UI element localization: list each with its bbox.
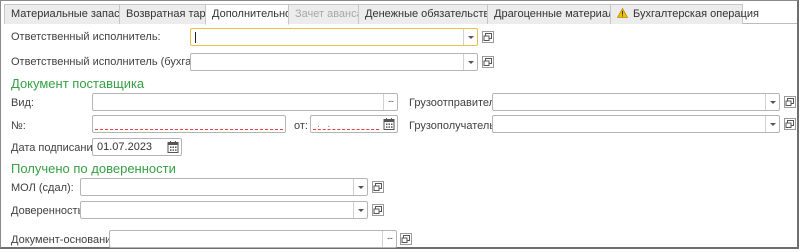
power-of-attorney-label: Доверенность: bbox=[11, 205, 87, 217]
mol-label: МОЛ (сдал): bbox=[11, 182, 74, 194]
open-form-icon[interactable] bbox=[783, 117, 797, 131]
open-form-icon[interactable] bbox=[371, 180, 385, 194]
mol-field[interactable] bbox=[80, 178, 368, 196]
shipper-label: Грузоотправитель: bbox=[409, 97, 504, 109]
sign-date-field[interactable]: 01.07.2023 bbox=[92, 138, 182, 156]
doc-type-label: Вид: bbox=[11, 97, 34, 109]
required-underline bbox=[313, 129, 379, 130]
open-form-icon[interactable] bbox=[783, 95, 797, 109]
tab-label: Дополнительно bbox=[212, 8, 292, 20]
tab-accounting-operation[interactable]: Бухгалтерская операция bbox=[610, 4, 759, 24]
tab-additional[interactable]: Дополнительно bbox=[205, 4, 292, 25]
tab-label: Бухгалтерская операция bbox=[633, 8, 759, 20]
tab-label: Зачет аванса bbox=[295, 8, 363, 20]
open-form-icon[interactable] bbox=[399, 232, 413, 246]
chevron-down-icon[interactable] bbox=[353, 202, 367, 218]
power-of-attorney-field[interactable] bbox=[80, 201, 368, 219]
tab-label: Денежные обязательства bbox=[365, 8, 496, 20]
tab-returnable-container[interactable]: Возвратная тара bbox=[119, 4, 212, 24]
consignee-label: Грузополучатель: bbox=[409, 120, 499, 132]
proxy-heading: Получено по доверенности bbox=[11, 161, 176, 176]
consignee-field[interactable] bbox=[492, 115, 780, 133]
open-form-icon[interactable] bbox=[481, 30, 495, 44]
doc-date-field[interactable]: . . bbox=[310, 115, 398, 133]
tab-material-stocks[interactable]: Материальные запасы bbox=[4, 4, 128, 24]
responsible-label: Ответственный исполнитель: bbox=[11, 31, 161, 43]
tab-bar: Материальные запасы Возвратная тара Допо… bbox=[4, 4, 797, 25]
chevron-down-icon[interactable] bbox=[353, 179, 367, 195]
sign-date-label: Дата подписания: bbox=[11, 142, 102, 154]
chevron-down-icon[interactable] bbox=[765, 116, 779, 132]
calendar-icon[interactable] bbox=[167, 140, 179, 154]
warning-icon bbox=[617, 8, 628, 18]
shipper-field[interactable] bbox=[492, 93, 780, 111]
doc-date-label: от: bbox=[294, 120, 308, 132]
doc-number-field[interactable] bbox=[92, 115, 286, 133]
tab-label: Материальные запасы bbox=[11, 8, 128, 20]
chevron-down-icon[interactable] bbox=[765, 94, 779, 110]
responsible-field[interactable] bbox=[190, 28, 478, 46]
tab-precious-materials[interactable]: Драгоценные материалы bbox=[487, 4, 622, 24]
doc-type-field[interactable]: ... bbox=[92, 93, 398, 111]
supplier-document-heading: Документ поставщика bbox=[11, 76, 145, 91]
calendar-icon[interactable] bbox=[383, 117, 395, 131]
tab-advance-offset: Зачет аванса bbox=[288, 4, 363, 24]
tab-label: Возвратная тара bbox=[126, 8, 212, 20]
responsible-accountant-field[interactable] bbox=[190, 53, 478, 71]
required-underline bbox=[95, 129, 283, 130]
open-form-icon[interactable] bbox=[481, 55, 495, 69]
tab-label: Драгоценные материалы bbox=[494, 8, 623, 20]
text-cursor bbox=[195, 32, 196, 43]
open-form-icon[interactable] bbox=[371, 203, 385, 217]
basis-document-field[interactable]: ... bbox=[109, 230, 397, 248]
basis-document-label: Документ-основание: bbox=[11, 234, 121, 246]
form-frame: Материальные запасы Возвратная тара Допо… bbox=[0, 0, 799, 249]
ellipsis-icon[interactable]: ... bbox=[382, 231, 396, 247]
chevron-down-icon[interactable] bbox=[463, 29, 477, 45]
tab-monetary-obligations[interactable]: Денежные обязательства bbox=[358, 4, 495, 24]
sign-date-value: 01.07.2023 bbox=[97, 141, 153, 153]
doc-number-label: №: bbox=[11, 120, 26, 132]
chevron-down-icon[interactable] bbox=[463, 54, 477, 70]
ellipsis-icon[interactable]: ... bbox=[383, 94, 397, 110]
